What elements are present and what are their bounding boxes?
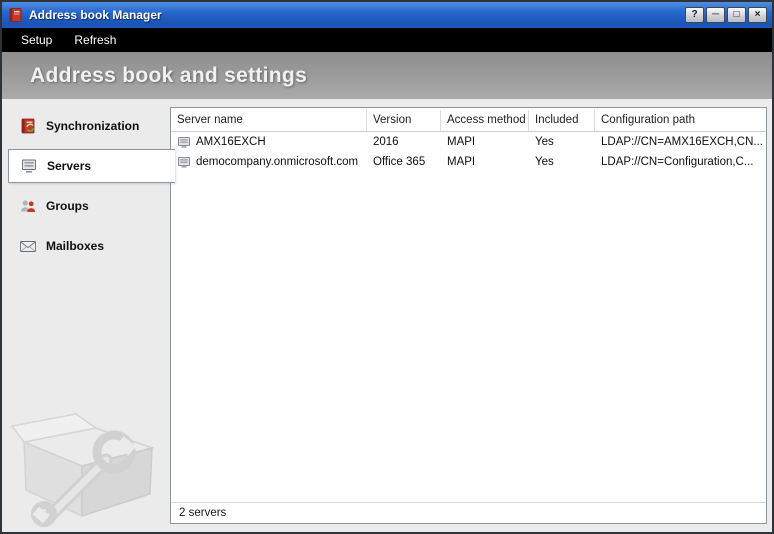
cell-configuration-path: LDAP://CN=Configuration,C...	[595, 156, 766, 168]
maximize-button[interactable]: □	[727, 7, 746, 23]
server-name-text: democompany.onmicrosoft.com	[196, 156, 358, 168]
groups-icon	[19, 197, 37, 215]
server-count: 2 servers	[179, 507, 226, 519]
sidebar: Synchronization Servers Groups Mailboxes	[8, 109, 174, 269]
menu-bar: Setup Refresh	[2, 28, 772, 52]
table-header: Server name Version Access method Includ…	[171, 110, 766, 132]
window-controls: ? ─ □ ×	[685, 7, 767, 23]
synchronization-icon	[19, 117, 37, 135]
column-header-configuration-path[interactable]: Configuration path	[595, 110, 766, 131]
sidebar-item-synchronization[interactable]: Synchronization	[8, 109, 166, 143]
help-button[interactable]: ?	[685, 7, 704, 23]
sidebar-item-groups[interactable]: Groups	[8, 189, 166, 223]
sidebar-item-label: Synchronization	[46, 119, 139, 133]
column-header-version[interactable]: Version	[367, 110, 441, 131]
page-title: Address book and settings	[30, 64, 307, 88]
cell-included: Yes	[529, 136, 595, 148]
toolbox-watermark-icon	[10, 390, 162, 530]
menu-item-setup[interactable]: Setup	[10, 28, 63, 52]
cell-included: Yes	[529, 156, 595, 168]
app-icon	[7, 7, 23, 23]
cell-configuration-path: LDAP://CN=AMX16EXCH,CN...	[595, 136, 766, 148]
mailboxes-icon	[19, 237, 37, 255]
cell-access-method: MAPI	[441, 156, 529, 168]
content-panel: Server name Version Access method Includ…	[170, 107, 767, 524]
cell-version: 2016	[367, 136, 441, 148]
table-row[interactable]: democompany.onmicrosoft.com Office 365 M…	[171, 152, 766, 172]
minimize-button[interactable]: ─	[706, 7, 725, 23]
cell-server-name: democompany.onmicrosoft.com	[171, 155, 367, 169]
body-area: Synchronization Servers Groups Mailboxes	[2, 99, 772, 532]
server-icon	[177, 155, 191, 169]
column-header-server-name[interactable]: Server name	[171, 110, 367, 131]
sidebar-item-label: Groups	[46, 199, 89, 213]
sidebar-item-label: Mailboxes	[46, 239, 104, 253]
cell-server-name: AMX16EXCH	[171, 135, 367, 149]
status-bar: 2 servers	[171, 502, 766, 523]
cell-version: Office 365	[367, 156, 441, 168]
server-icon	[177, 135, 191, 149]
page-header: Address book and settings	[2, 52, 772, 99]
server-name-text: AMX16EXCH	[196, 136, 266, 148]
window-title: Address book Manager	[29, 8, 162, 22]
sidebar-item-servers[interactable]: Servers	[8, 149, 175, 183]
sidebar-item-mailboxes[interactable]: Mailboxes	[8, 229, 166, 263]
close-button[interactable]: ×	[748, 7, 767, 23]
title-bar[interactable]: Address book Manager ? ─ □ ×	[2, 2, 772, 28]
table-row[interactable]: AMX16EXCH 2016 MAPI Yes LDAP://CN=AMX16E…	[171, 132, 766, 152]
cell-access-method: MAPI	[441, 136, 529, 148]
servers-icon	[20, 157, 38, 175]
column-header-included[interactable]: Included	[529, 110, 595, 131]
column-header-access-method[interactable]: Access method	[441, 110, 529, 131]
menu-item-refresh[interactable]: Refresh	[63, 28, 127, 52]
sidebar-item-label: Servers	[47, 159, 91, 173]
app-window: Address book Manager ? ─ □ × Setup Refre…	[0, 0, 774, 534]
